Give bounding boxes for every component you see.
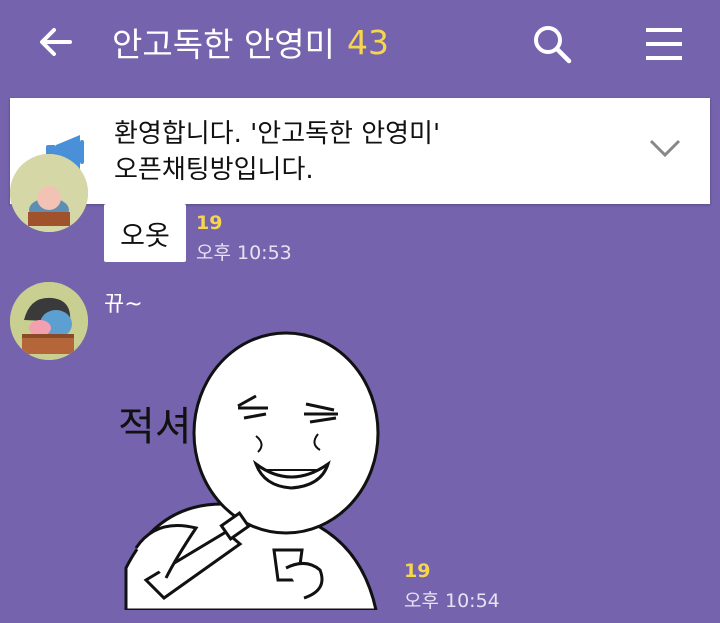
sticker-image[interactable] [106,318,396,610]
chevron-down-icon[interactable] [648,136,682,160]
avatar[interactable] [10,282,88,360]
sticker-caption: 적셔 [118,404,192,450]
notice-banner[interactable]: 환영합니다. '안고독한 안영미' 오픈채팅방입니다. [10,98,710,204]
message-text: 오옷 [120,220,170,252]
message-time: 오후 10:53 [196,242,292,264]
sender-name: 뀨~ [104,292,143,317]
chat-room-title: 안고독한 안영미 [112,25,336,64]
search-icon[interactable] [530,22,574,66]
message-time: 오후 10:54 [404,590,500,612]
chat-title-group: 안고독한 안영미 43 [112,20,390,65]
hamburger-menu-icon[interactable] [642,22,686,66]
profile-character-image [10,154,88,232]
profile-character-image [10,282,88,360]
unread-count: 19 [404,560,431,582]
back-arrow-icon[interactable] [36,22,76,62]
notice-line-1: 환영합니다. '안고독한 안영미' [114,119,441,149]
avatar[interactable] [10,154,88,232]
unread-count: 19 [196,212,223,234]
notice-line-2: 오픈채팅방입니다. [114,155,314,185]
notice-text: 환영합니다. '안고독한 안영미' 오픈채팅방입니다. [114,116,440,188]
chat-header: 안고독한 안영미 43 [0,0,720,88]
member-count: 43 [347,22,390,62]
message-bubble[interactable]: 오옷 [104,204,186,262]
